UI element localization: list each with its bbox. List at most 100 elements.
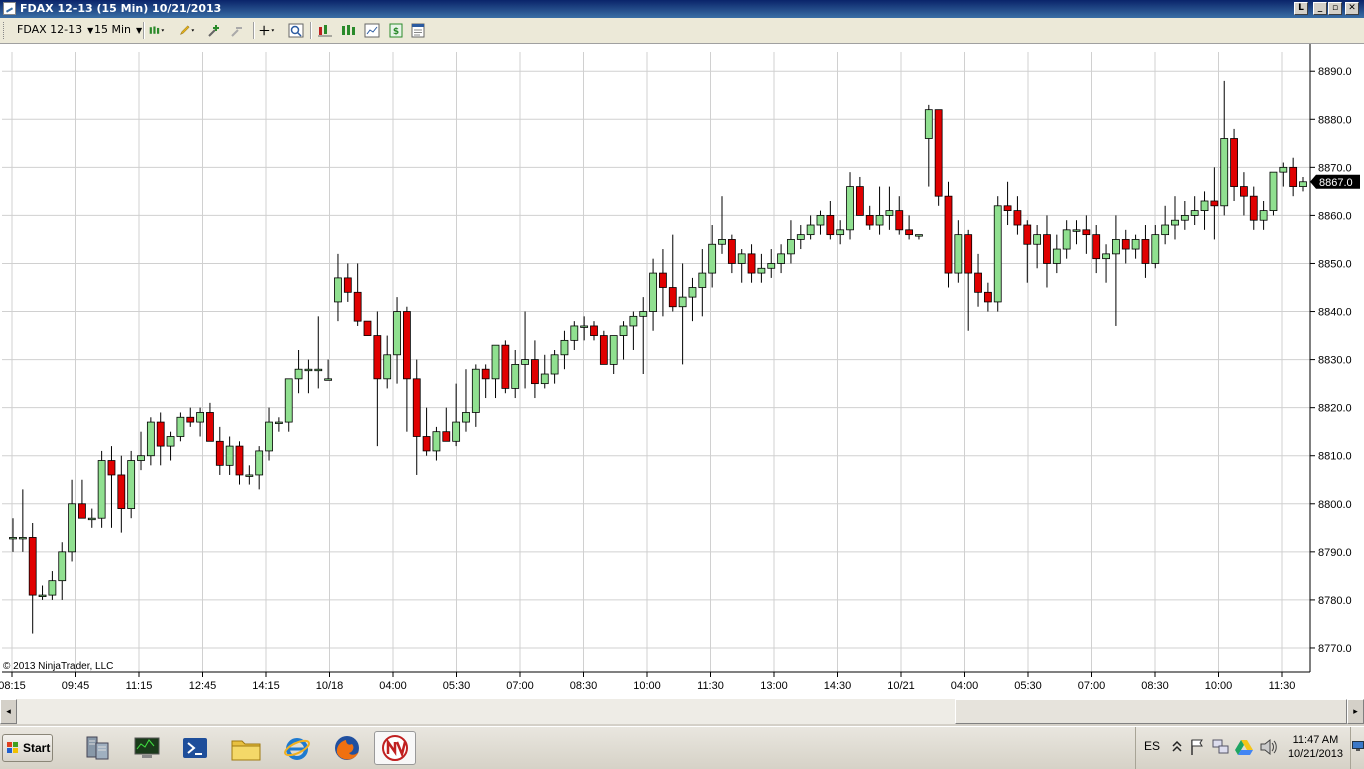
candle-up: [9, 537, 17, 540]
restore-button[interactable]: ▫: [1328, 2, 1342, 15]
candle-down: [481, 368, 490, 380]
indicators-icon[interactable]: [317, 23, 333, 38]
last-price-label: 8867.0: [1319, 177, 1353, 189]
candle-up: [68, 503, 76, 553]
google-drive-icon[interactable]: [1235, 739, 1253, 755]
x-tick-label: 08:15: [0, 680, 26, 692]
minimize-button[interactable]: _: [1313, 2, 1327, 15]
instrument-selector[interactable]: FDAX 12-13 ▼: [17, 23, 93, 36]
x-tick-label: 04:00: [379, 680, 407, 692]
candle-up: [698, 272, 707, 288]
candle-down: [590, 325, 598, 336]
bar-type-icon[interactable]: [149, 23, 165, 38]
x-tick-label: 04:00: [951, 680, 979, 692]
candle-up: [255, 450, 264, 476]
candle-down: [1141, 239, 1150, 264]
show-hidden-icons-icon[interactable]: [1172, 739, 1182, 753]
interval-selector[interactable]: 15 Min ▼: [94, 23, 142, 36]
taskbar-clock[interactable]: 11:47 AM 10/21/2013: [1288, 733, 1343, 761]
chart-app-icon: [3, 2, 16, 15]
internet-explorer-icon[interactable]: [278, 731, 316, 765]
candle-up: [796, 234, 805, 240]
network-icon[interactable]: [1212, 738, 1230, 756]
candle-up: [846, 186, 854, 231]
scroll-right-button[interactable]: ▸: [1347, 699, 1364, 724]
x-tick-label: 08:30: [570, 680, 598, 692]
candle-down: [1289, 166, 1298, 187]
candle-down: [402, 311, 411, 380]
language-indicator[interactable]: ES: [1144, 739, 1160, 753]
candle-up: [885, 210, 894, 216]
candle-up: [284, 378, 293, 423]
link-button[interactable]: L: [1294, 2, 1308, 15]
magnifier-icon[interactable]: [288, 23, 304, 38]
candle-down: [215, 440, 224, 466]
candle-down: [107, 460, 116, 476]
candle-down: [1003, 205, 1012, 212]
ninjatrader-icon[interactable]: [374, 731, 416, 765]
drawing-pencil-icon[interactable]: [179, 23, 195, 38]
zoom-out-icon[interactable]: [230, 23, 246, 38]
candle-down: [373, 335, 382, 380]
candle-up: [1180, 215, 1189, 221]
toolbar-grip[interactable]: [3, 22, 7, 39]
candle-down: [1249, 195, 1258, 221]
scroll-left-button[interactable]: ◂: [0, 699, 17, 724]
candle-up: [1033, 234, 1042, 245]
volume-icon[interactable]: [1259, 738, 1277, 756]
candle-up: [48, 580, 57, 596]
candle-down: [1240, 186, 1248, 197]
candle-down: [412, 378, 421, 437]
copyright-text: © 2013 NinjaTrader, LLC: [3, 661, 113, 672]
candle-down: [1043, 234, 1051, 264]
chart-trader-icon[interactable]: $: [388, 23, 404, 38]
candle-up: [639, 311, 648, 317]
crosshair-icon[interactable]: [259, 23, 275, 38]
candle-up: [304, 368, 313, 372]
candle-down: [343, 277, 352, 293]
data-box-icon[interactable]: [364, 23, 380, 38]
candle-down: [1082, 229, 1091, 236]
y-tick-label: 8830.0: [1318, 355, 1352, 367]
price-chart[interactable]: 8770.0 8780.0 8790.0 8800.0 8810.0 8820.0 8830…: [0, 44, 1364, 699]
candle-up: [452, 421, 461, 442]
powershell-icon[interactable]: [176, 731, 214, 765]
candle-up: [993, 205, 1002, 303]
server-manager-icon[interactable]: [78, 731, 116, 765]
properties-icon[interactable]: [410, 23, 426, 38]
candle-up: [87, 517, 96, 521]
strategies-icon[interactable]: [341, 23, 357, 38]
candle-down: [659, 272, 667, 288]
action-center-flag-icon[interactable]: [1189, 738, 1205, 756]
desktop-icon: [1352, 741, 1364, 751]
chart-panel[interactable]: 8770.0 8780.0 8790.0 8800.0 8810.0 8820.0 8830…: [0, 44, 1364, 699]
candle-down: [186, 416, 195, 423]
windows-flag-icon: [7, 742, 19, 754]
scrollbar-thumb[interactable]: [955, 699, 1347, 724]
zoom-in-icon[interactable]: [207, 23, 223, 38]
taskbar: Start ES 11:47 AM 10/21/2013: [0, 726, 1364, 769]
candle-up: [580, 325, 589, 328]
toolbar-separator: [253, 22, 255, 39]
candle-up: [1151, 234, 1160, 264]
candle-up: [1112, 239, 1120, 255]
candle-up: [1161, 224, 1170, 236]
show-desktop-button[interactable]: [1350, 727, 1364, 769]
candle-up: [875, 215, 884, 226]
horizontal-scrollbar[interactable]: ◂ ▸: [0, 699, 1364, 724]
explorer-folder-icon[interactable]: [227, 731, 265, 765]
monitor-icon[interactable]: [128, 731, 166, 765]
candle-up: [816, 215, 825, 226]
firefox-icon[interactable]: [328, 731, 366, 765]
candle-up: [1269, 171, 1278, 212]
candle-up: [767, 263, 776, 269]
close-button[interactable]: ✕: [1345, 2, 1359, 15]
x-tick-label: 10/21: [887, 680, 915, 692]
candle-up: [560, 339, 569, 356]
candle-down: [747, 253, 756, 274]
x-tick-label: 13:00: [760, 680, 788, 692]
x-tick-label: 05:30: [1014, 680, 1042, 692]
start-button[interactable]: Start: [2, 734, 53, 762]
candle-down: [855, 186, 864, 216]
svg-text:$: $: [393, 27, 399, 37]
